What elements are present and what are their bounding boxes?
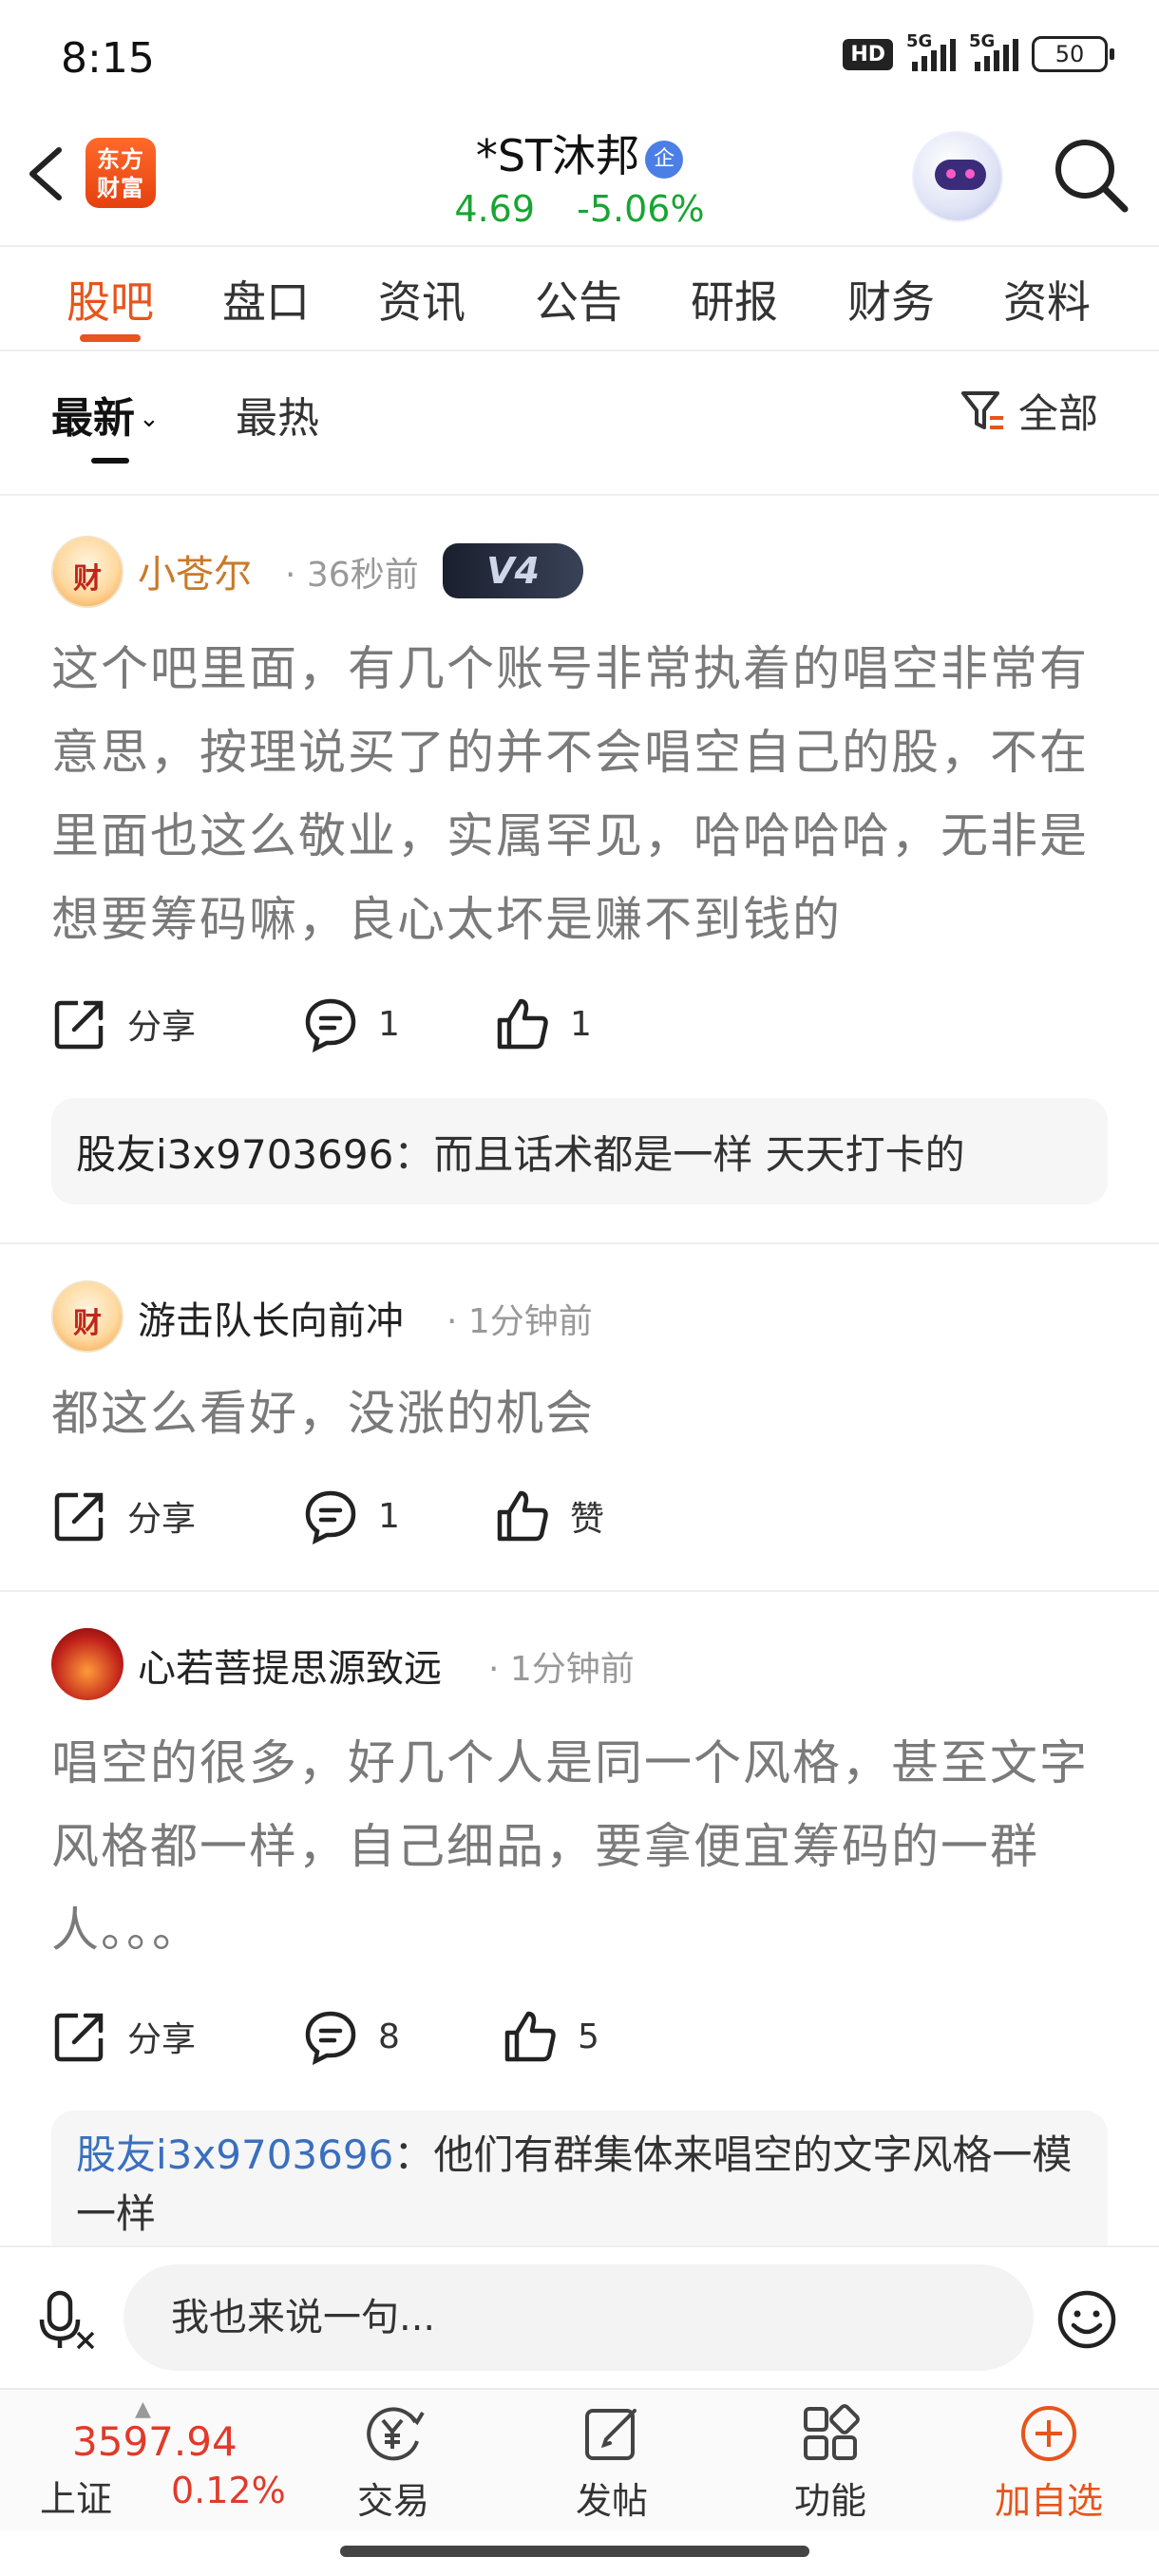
tab-research[interactable]: 研报 (691, 268, 778, 331)
tab-profile[interactable]: 资料 (1003, 268, 1091, 331)
like-button[interactable]: 1 (494, 995, 592, 1052)
filter-button[interactable]: 全部 (960, 382, 1098, 440)
filter-icon (961, 390, 1003, 429)
filter-label: 全部 (1018, 390, 1099, 437)
tab-guba[interactable]: 股吧 (66, 268, 154, 331)
trade-yen-icon (367, 2407, 425, 2461)
sort-hot[interactable]: 最热 (236, 384, 319, 445)
stock-name: *ST沐邦 (475, 130, 640, 181)
comment-input-bar: 我也来说一句... (0, 2245, 1159, 2388)
enterprise-badge: 企 (645, 141, 684, 179)
sort-latest[interactable]: 最新 ⌄ (51, 384, 160, 445)
comment-button[interactable]: 1 (302, 1487, 400, 1544)
share-icon (54, 2013, 104, 2062)
level-badge: V4 (443, 543, 583, 598)
bottom-bar: ▲ 3597.94 上证 0.12% 交易 发帖 功能 加自选 (0, 2388, 1159, 2530)
status-icons: HD 5G 5G 50 (843, 31, 1114, 72)
like-button[interactable]: 赞 (494, 1487, 604, 1544)
index-change: 0.12% (171, 2470, 286, 2511)
price-change: -5.06% (577, 188, 705, 230)
post-content[interactable]: 都这么看好，没涨的机会 (51, 1372, 1115, 1455)
post-author[interactable]: 游击队长向前冲 (138, 1290, 404, 1345)
microphone-icon (39, 2290, 95, 2350)
post-content[interactable]: 这个吧里面，有几个账号非常执着的唱空非常有意思，按理说买了的并不会唱空自己的股，… (51, 627, 1115, 961)
share-button[interactable]: 分享 (51, 2008, 196, 2065)
compose-post-button[interactable]: 发帖 (545, 2403, 678, 2524)
signal-icon: 5G (906, 31, 956, 71)
post-author[interactable]: 小苍尔 (138, 543, 252, 598)
share-button[interactable]: 分享 (51, 995, 196, 1052)
signal-icon-2: 5G (969, 31, 1018, 71)
post-content[interactable]: 唱空的很多，好几个人是同一个风格，甚至文字风格都一样，自己细品，要拿便宜筹码的一… (51, 1721, 1115, 1972)
post-item[interactable]: 游击队长向前冲 · 1分钟前 都这么看好，没涨的机会 分享 1 赞 (0, 1244, 1159, 1592)
post-item[interactable]: 小苍尔 · 36秒前 V4 这个吧里面，有几个账号非常执着的唱空非常有意思，按理… (0, 496, 1159, 1244)
edit-icon (585, 2409, 636, 2460)
active-tab-indicator (80, 334, 141, 342)
status-time: 8:15 (61, 34, 155, 83)
functions-button[interactable]: 功能 (764, 2403, 897, 2524)
trade-button[interactable]: 交易 (327, 2403, 460, 2524)
price-value: 4.69 (454, 188, 536, 230)
like-button[interactable]: 5 (502, 2008, 599, 2065)
hd-icon: HD (843, 38, 893, 70)
comment-input[interactable]: 我也来说一句... (124, 2264, 1034, 2371)
index-value: 3597.94 (72, 2418, 238, 2465)
add-watchlist-button[interactable]: 加自选 (982, 2403, 1115, 2524)
emoji-button[interactable] (1056, 2289, 1117, 2350)
emoji-icon (1057, 2290, 1116, 2349)
post-time: · 1分钟前 (488, 1650, 635, 1689)
post-actions: 分享 8 5 (51, 2008, 811, 2074)
tab-announcements[interactable]: 公告 (535, 268, 622, 331)
sort-indicator (91, 458, 129, 464)
voice-input-button[interactable] (36, 2289, 97, 2350)
tab-finance[interactable]: 财务 (847, 268, 935, 331)
post-author[interactable]: 心若菩提思源致远 (138, 1638, 442, 1693)
search-icon (1055, 140, 1129, 213)
tab-bar: 股吧 盘口 资讯 公告 研报 财务 资料 (0, 245, 1159, 351)
comment-icon (305, 998, 356, 1052)
battery-icon: 50 (1032, 36, 1114, 72)
reply-user[interactable]: 股友i3x9703696 (76, 2131, 393, 2178)
comment-icon (305, 2011, 356, 2065)
share-icon (54, 1000, 104, 1050)
tab-pankou[interactable]: 盘口 (222, 268, 310, 331)
comment-button[interactable]: 1 (302, 995, 400, 1052)
search-button[interactable] (1049, 133, 1134, 218)
reply-text: ：而且话术都是一样 天天打卡的 (393, 1131, 965, 1178)
post-time: · 36秒前 (285, 556, 419, 595)
index-name: 上证 (40, 2478, 113, 2520)
assistant-robot-icon[interactable] (912, 131, 1003, 222)
post-time: · 1分钟前 (446, 1302, 593, 1341)
grid-apps-icon (804, 2404, 860, 2460)
thumbs-up-icon (497, 998, 548, 1050)
tab-news[interactable]: 资讯 (378, 268, 466, 331)
top-nav: 东方 财富 *ST沐邦企 4.69 -5.06% (0, 114, 1159, 242)
thumbs-up-icon (497, 1490, 548, 1542)
plus-circle-icon (1021, 2406, 1076, 2461)
comment-icon (305, 1490, 356, 1544)
reply-preview[interactable]: 股友i3x9703696：他们有群集体来唱空的文字风格一模一样 (51, 2111, 1108, 2263)
reply-preview[interactable]: 股友i3x9703696：而且话术都是一样 天天打卡的 (51, 1098, 1108, 1204)
home-indicator[interactable] (340, 2546, 809, 2557)
avatar[interactable] (51, 1628, 124, 1700)
share-button[interactable]: 分享 (51, 1487, 196, 1544)
post-actions: 分享 1 1 (51, 995, 811, 1062)
sort-bar: 最新 ⌄ 最热 全部 (0, 353, 1159, 496)
post-actions: 分享 1 赞 (51, 1487, 811, 1554)
status-bar: 8:15 HD 5G 5G 50 (0, 0, 1159, 114)
comment-button[interactable]: 8 (302, 2008, 400, 2065)
chevron-down-icon: ⌄ (139, 405, 160, 433)
share-icon (54, 1492, 104, 1542)
reply-user[interactable]: 股友i3x9703696 (76, 1131, 393, 1178)
avatar[interactable] (51, 1280, 124, 1353)
thumbs-up-icon (504, 2011, 556, 2062)
avatar[interactable] (51, 536, 124, 608)
post-item[interactable]: 心若菩提思源致远 · 1分钟前 唱空的很多，好几个人是同一个风格，甚至文字风格都… (0, 1592, 1159, 2263)
